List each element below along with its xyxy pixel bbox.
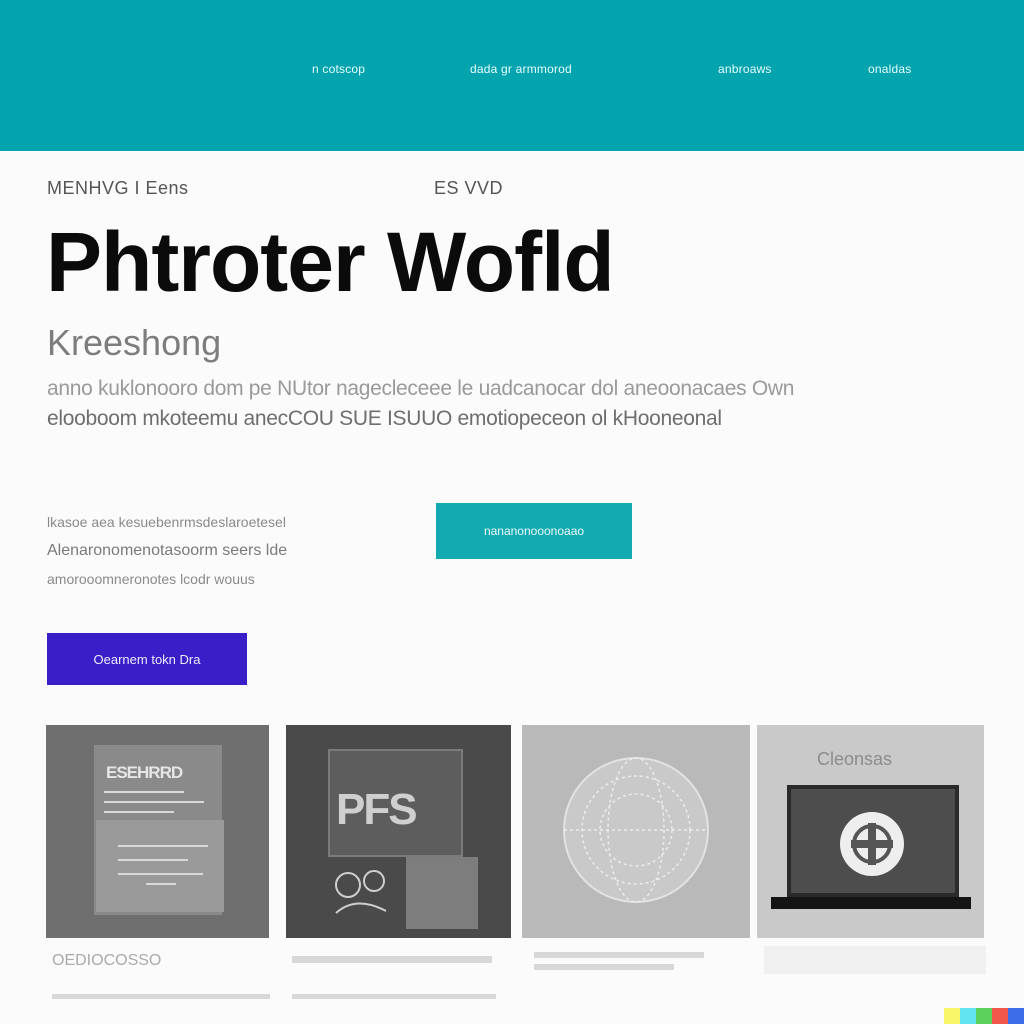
doc-line	[104, 791, 184, 793]
nav-link-4[interactable]: onaldas	[868, 62, 911, 76]
secondary-line-2: Alenaronomenotasoorm seers lde	[47, 542, 288, 559]
page-title: Phtroter Wofld	[46, 215, 615, 309]
card1-heading: ESEHRRD	[106, 763, 183, 782]
nav-link-3[interactable]: anbroaws	[718, 62, 772, 76]
caption-bar	[52, 994, 270, 999]
watermark-swatch	[992, 1008, 1008, 1024]
feature-card-4[interactable]: Cleonsas	[757, 725, 984, 938]
feature-card-2[interactable]: PFS	[286, 725, 511, 938]
doc-line	[104, 801, 204, 803]
hero-body-line-1: anno kuklonooro dom pe NUtor nagecleceee…	[47, 377, 795, 400]
watermark-swatch	[976, 1008, 992, 1024]
page-subtitle: Kreeshong	[47, 322, 222, 363]
sketch-icon	[335, 870, 387, 914]
secondary-line-3: amorooomneronotes lcodr wouus	[47, 571, 255, 587]
feature-card-3[interactable]	[522, 725, 750, 938]
nav-link-1[interactable]: n cotscop	[312, 62, 365, 76]
doc-line	[118, 859, 188, 861]
doc-line	[104, 811, 174, 813]
laptop-base	[771, 897, 971, 909]
cta-teal-button[interactable]: nananonooonoaao	[436, 503, 632, 559]
doc-line	[146, 883, 176, 885]
caption-bar	[534, 952, 704, 958]
watermark-swatch	[944, 1008, 960, 1024]
card4-heading: Cleonsas	[817, 749, 893, 769]
watermark-swatch	[1008, 1008, 1024, 1024]
card2-heading: PFS	[336, 785, 418, 834]
poster-block	[406, 857, 478, 929]
caption-bar	[534, 964, 674, 970]
hero-body-line-2: elooboom mkoteemu anecCOU SUE ISUUO emot…	[47, 407, 722, 430]
globe-icon	[563, 757, 709, 903]
hero-eyebrow-right: ES VVD	[434, 178, 504, 198]
caption-bar	[292, 994, 496, 999]
secondary-line-1: lkasoe aea kesuebenrmsdeslaroetesel	[47, 514, 286, 530]
caption-bar	[292, 956, 492, 963]
document-page	[96, 820, 224, 912]
laptop-icon	[840, 812, 904, 876]
doc-line	[118, 873, 203, 875]
doc-line	[118, 845, 208, 847]
cta-purple-button[interactable]: Oearnem tokn Dra	[47, 633, 247, 685]
caption-bar	[764, 946, 986, 974]
nav-link-2[interactable]: dada gr armmorod	[470, 62, 572, 76]
hero-eyebrow-left: MENHVG I Eens	[47, 178, 189, 198]
feature-card-1[interactable]: ESEHRRD	[46, 725, 269, 938]
card-caption-1: OEDIOCOSSO	[52, 952, 162, 969]
header-bar: n cotscop dada gr armmorod anbroaws onal…	[0, 0, 1024, 151]
watermark-swatch	[960, 1008, 976, 1024]
